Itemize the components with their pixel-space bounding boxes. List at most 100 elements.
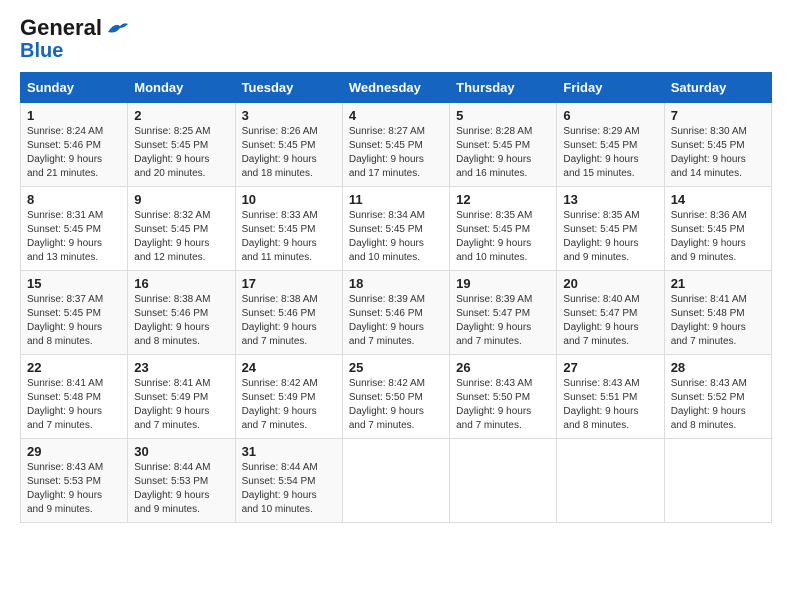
- cell-content: Sunrise: 8:39 AMSunset: 5:47 PMDaylight:…: [456, 293, 550, 349]
- calendar-table: SundayMondayTuesdayWednesdayThursdayFrid…: [20, 72, 772, 523]
- day-number: 28: [671, 360, 765, 375]
- day-number: 12: [456, 192, 550, 207]
- calendar-cell: 13Sunrise: 8:35 AMSunset: 5:45 PMDayligh…: [557, 187, 664, 271]
- day-number: 16: [134, 276, 228, 291]
- cell-content: Sunrise: 8:42 AMSunset: 5:50 PMDaylight:…: [349, 377, 443, 433]
- calendar-day-header: Monday: [128, 73, 235, 103]
- cell-content: Sunrise: 8:41 AMSunset: 5:49 PMDaylight:…: [134, 377, 228, 433]
- calendar-week-row: 15Sunrise: 8:37 AMSunset: 5:45 PMDayligh…: [21, 271, 772, 355]
- calendar-cell: 3 Sunrise: 8:26 AMSunset: 5:45 PMDaylight…: [235, 103, 342, 187]
- calendar-cell: 28 Sunrise: 8:43 AMSunset: 5:52 PMDayligh…: [664, 355, 771, 439]
- day-number: 6: [563, 108, 657, 123]
- cell-content: Sunrise: 8:37 AMSunset: 5:45 PMDaylight:…: [27, 293, 121, 349]
- calendar-header-row: SundayMondayTuesdayWednesdayThursdayFrid…: [21, 73, 772, 103]
- calendar-cell: [342, 439, 449, 523]
- calendar-cell: 31Sunrise: 8:44 AMSunset: 5:54 PMDayligh…: [235, 439, 342, 523]
- logo-blue: Blue: [20, 40, 63, 62]
- day-number: 31: [242, 444, 336, 459]
- day-number: 26: [456, 360, 550, 375]
- calendar-cell: 22 Sunrise: 8:41 AMSunset: 5:48 PMDayligh…: [21, 355, 128, 439]
- calendar-day-header: Thursday: [450, 73, 557, 103]
- cell-content: Sunrise: 8:27 AMSunset: 5:45 PMDaylight:…: [349, 125, 443, 181]
- logo: General Blue: [20, 16, 128, 62]
- cell-content: Sunrise: 8:38 AMSunset: 5:46 PMDaylight:…: [242, 293, 336, 349]
- day-number: 30: [134, 444, 228, 459]
- calendar-cell: 15Sunrise: 8:37 AMSunset: 5:45 PMDayligh…: [21, 271, 128, 355]
- cell-content: Sunrise: 8:31 AMSunset: 5:45 PMDaylight:…: [27, 209, 121, 265]
- cell-content: Sunrise: 8:43 AMSunset: 5:52 PMDaylight:…: [671, 377, 765, 433]
- calendar-cell: 4 Sunrise: 8:27 AMSunset: 5:45 PMDaylight…: [342, 103, 449, 187]
- calendar-week-row: 22 Sunrise: 8:41 AMSunset: 5:48 PMDayligh…: [21, 355, 772, 439]
- cell-content: Sunrise: 8:36 AMSunset: 5:45 PMDaylight:…: [671, 209, 765, 265]
- day-number: 29: [27, 444, 121, 459]
- cell-content: Sunrise: 8:26 AMSunset: 5:45 PMDaylight:…: [242, 125, 336, 181]
- day-number: 20: [563, 276, 657, 291]
- day-number: 23: [134, 360, 228, 375]
- day-number: 14: [671, 192, 765, 207]
- calendar-cell: 7Sunrise: 8:30 AMSunset: 5:45 PMDaylight…: [664, 103, 771, 187]
- cell-content: Sunrise: 8:43 AMSunset: 5:51 PMDaylight:…: [563, 377, 657, 433]
- calendar-cell: [450, 439, 557, 523]
- calendar-cell: 18 Sunrise: 8:39 AMSunset: 5:46 PMDayligh…: [342, 271, 449, 355]
- day-number: 21: [671, 276, 765, 291]
- calendar-day-header: Sunday: [21, 73, 128, 103]
- day-number: 17: [242, 276, 336, 291]
- cell-content: Sunrise: 8:25 AMSunset: 5:45 PMDaylight:…: [134, 125, 228, 181]
- calendar-cell: 19 Sunrise: 8:39 AMSunset: 5:47 PMDayligh…: [450, 271, 557, 355]
- cell-content: Sunrise: 8:30 AMSunset: 5:45 PMDaylight:…: [671, 125, 765, 181]
- day-number: 24: [242, 360, 336, 375]
- calendar-cell: 12 Sunrise: 8:35 AMSunset: 5:45 PMDayligh…: [450, 187, 557, 271]
- calendar-cell: 8 Sunrise: 8:31 AMSunset: 5:45 PMDaylight…: [21, 187, 128, 271]
- cell-content: Sunrise: 8:24 AMSunset: 5:46 PMDaylight:…: [27, 125, 121, 181]
- cell-content: Sunrise: 8:41 AMSunset: 5:48 PMDaylight:…: [671, 293, 765, 349]
- calendar-cell: 6 Sunrise: 8:29 AMSunset: 5:45 PMDaylight…: [557, 103, 664, 187]
- calendar-day-header: Wednesday: [342, 73, 449, 103]
- cell-content: Sunrise: 8:40 AMSunset: 5:47 PMDaylight:…: [563, 293, 657, 349]
- day-number: 9: [134, 192, 228, 207]
- day-number: 2: [134, 108, 228, 123]
- calendar-day-header: Saturday: [664, 73, 771, 103]
- calendar-cell: 20 Sunrise: 8:40 AMSunset: 5:47 PMDayligh…: [557, 271, 664, 355]
- logo-general: General: [20, 16, 102, 40]
- calendar-cell: 5Sunrise: 8:28 AMSunset: 5:45 PMDaylight…: [450, 103, 557, 187]
- day-number: 25: [349, 360, 443, 375]
- cell-content: Sunrise: 8:28 AMSunset: 5:45 PMDaylight:…: [456, 125, 550, 181]
- calendar-cell: 29 Sunrise: 8:43 AMSunset: 5:53 PMDayligh…: [21, 439, 128, 523]
- cell-content: Sunrise: 8:42 AMSunset: 5:49 PMDaylight:…: [242, 377, 336, 433]
- calendar-day-header: Tuesday: [235, 73, 342, 103]
- logo-bird-icon: [106, 20, 128, 36]
- calendar-cell: 17 Sunrise: 8:38 AMSunset: 5:46 PMDayligh…: [235, 271, 342, 355]
- calendar-cell: 16Sunrise: 8:38 AMSunset: 5:46 PMDayligh…: [128, 271, 235, 355]
- calendar-week-row: 8 Sunrise: 8:31 AMSunset: 5:45 PMDaylight…: [21, 187, 772, 271]
- day-number: 19: [456, 276, 550, 291]
- cell-content: Sunrise: 8:39 AMSunset: 5:46 PMDaylight:…: [349, 293, 443, 349]
- cell-content: Sunrise: 8:41 AMSunset: 5:48 PMDaylight:…: [27, 377, 121, 433]
- calendar-cell: 1 Sunrise: 8:24 AMSunset: 5:46 PMDaylight…: [21, 103, 128, 187]
- cell-content: Sunrise: 8:32 AMSunset: 5:45 PMDaylight:…: [134, 209, 228, 265]
- calendar-cell: 26 Sunrise: 8:43 AMSunset: 5:50 PMDayligh…: [450, 355, 557, 439]
- cell-content: Sunrise: 8:43 AMSunset: 5:53 PMDaylight:…: [27, 461, 121, 517]
- calendar-week-row: 1 Sunrise: 8:24 AMSunset: 5:46 PMDaylight…: [21, 103, 772, 187]
- day-number: 3: [242, 108, 336, 123]
- day-number: 22: [27, 360, 121, 375]
- day-number: 10: [242, 192, 336, 207]
- cell-content: Sunrise: 8:35 AMSunset: 5:45 PMDaylight:…: [456, 209, 550, 265]
- cell-content: Sunrise: 8:34 AMSunset: 5:45 PMDaylight:…: [349, 209, 443, 265]
- cell-content: Sunrise: 8:35 AMSunset: 5:45 PMDaylight:…: [563, 209, 657, 265]
- calendar-cell: 2 Sunrise: 8:25 AMSunset: 5:45 PMDaylight…: [128, 103, 235, 187]
- calendar-cell: 21 Sunrise: 8:41 AMSunset: 5:48 PMDayligh…: [664, 271, 771, 355]
- day-number: 8: [27, 192, 121, 207]
- calendar-cell: 14 Sunrise: 8:36 AMSunset: 5:45 PMDayligh…: [664, 187, 771, 271]
- day-number: 18: [349, 276, 443, 291]
- day-number: 4: [349, 108, 443, 123]
- header: General Blue: [20, 16, 772, 62]
- cell-content: Sunrise: 8:44 AMSunset: 5:53 PMDaylight:…: [134, 461, 228, 517]
- calendar-cell: 30 Sunrise: 8:44 AMSunset: 5:53 PMDayligh…: [128, 439, 235, 523]
- calendar-cell: 11Sunrise: 8:34 AMSunset: 5:45 PMDayligh…: [342, 187, 449, 271]
- cell-content: Sunrise: 8:33 AMSunset: 5:45 PMDaylight:…: [242, 209, 336, 265]
- cell-content: Sunrise: 8:43 AMSunset: 5:50 PMDaylight:…: [456, 377, 550, 433]
- day-number: 1: [27, 108, 121, 123]
- calendar-cell: [557, 439, 664, 523]
- calendar-cell: 24 Sunrise: 8:42 AMSunset: 5:49 PMDayligh…: [235, 355, 342, 439]
- cell-content: Sunrise: 8:29 AMSunset: 5:45 PMDaylight:…: [563, 125, 657, 181]
